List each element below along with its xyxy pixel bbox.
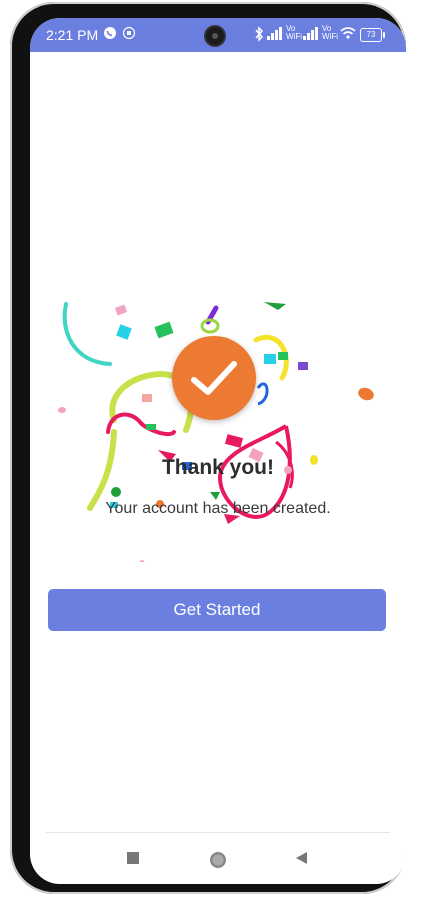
battery-icon: 73: [360, 28, 385, 42]
success-badge: [172, 336, 256, 420]
get-started-button[interactable]: Get Started: [48, 589, 386, 631]
back-icon[interactable]: [294, 850, 308, 869]
signal-icon: [267, 26, 285, 43]
recent-apps-icon[interactable]: [126, 850, 140, 869]
status-bar: 2:21 PM Vo WiFi Vo WiFi 73: [30, 18, 406, 52]
volte-label-1: Vo WiFi: [286, 24, 302, 41]
wifi-icon: [340, 26, 356, 43]
whatsapp-icon: [103, 26, 117, 43]
notification-icon: [122, 26, 136, 43]
bluetooth-icon: [254, 26, 264, 45]
phone-frame: 2:21 PM Vo WiFi Vo WiFi 73 Thank you! Yo…: [10, 2, 406, 894]
camera-cutout: [206, 27, 224, 45]
success-message: Your account has been created.: [105, 500, 331, 517]
check-icon: [191, 361, 237, 395]
status-time: 2:21 PM: [46, 27, 99, 43]
volte-label-2: Vo WiFi: [322, 24, 338, 41]
nav-divider: [46, 832, 390, 833]
home-icon[interactable]: [208, 850, 228, 874]
success-title: Thank you!: [161, 456, 274, 479]
signal-icon-2: [303, 26, 321, 43]
screen: 2:21 PM Vo WiFi Vo WiFi 73 Thank you! Yo…: [30, 18, 406, 884]
